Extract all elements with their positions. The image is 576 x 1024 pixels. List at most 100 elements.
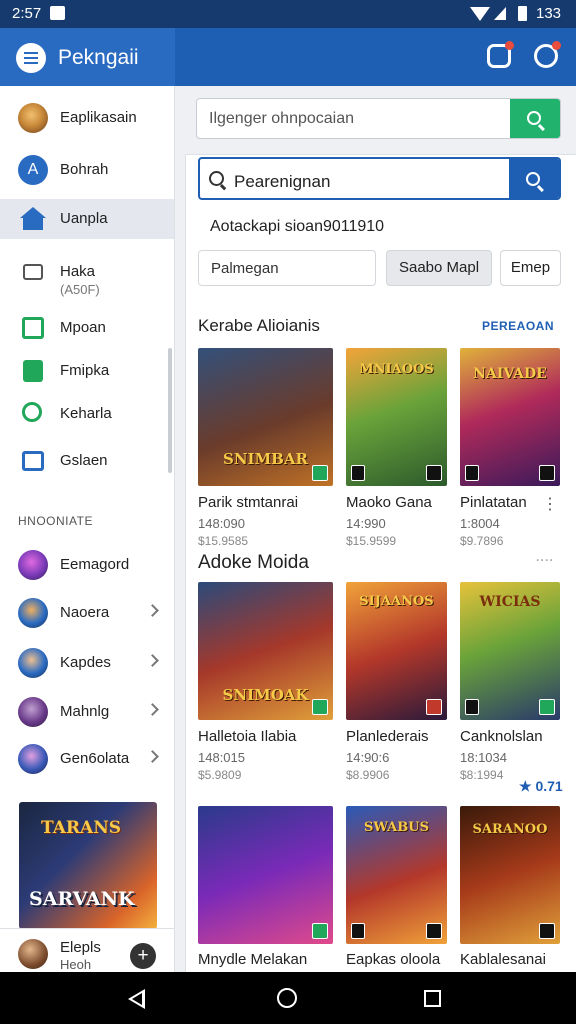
game-downloads: 1:8004 (460, 516, 500, 531)
add-icon[interactable]: + (130, 943, 156, 969)
sidebar-game-naoera[interactable]: Naoera (0, 593, 174, 633)
rating-badge-icon (312, 923, 328, 939)
thumbnail-caption: NAIVADE (473, 366, 547, 382)
sidebar-item-eaplikasain[interactable]: Eaplikasain (0, 98, 174, 138)
game-thumbnail: SWABUS (346, 806, 447, 944)
app-bar-brand: Pekngaii (0, 28, 175, 86)
game-thumbnail: MNIAOOS (346, 348, 447, 486)
sidebar-game-mahnlg[interactable]: Mahnlg (0, 692, 174, 732)
sidebar-item-bohrah[interactable]: A Bohrah (0, 150, 174, 190)
search-placeholder: Pearenignan (234, 172, 331, 191)
filter-input-label: Palmegan (211, 260, 279, 277)
bookmark-icon (23, 360, 43, 382)
sidebar-game-kapdes[interactable]: Kapdes (0, 643, 174, 683)
game-price: $8.9906 (346, 768, 390, 782)
recent-apps-icon[interactable] (424, 990, 441, 1007)
section-label: HNOONIATE (18, 514, 93, 528)
game-thumbnail: NAIVADE (460, 348, 560, 486)
rating-value: ★ 0.71 (519, 778, 563, 795)
battery-level: 133 (536, 5, 562, 22)
battery-icon (518, 6, 527, 21)
sidebar-item-label: Gen6olata (60, 750, 130, 767)
game-title: Pinlatatan (460, 494, 527, 511)
game-thumbnail: WICIAS (460, 582, 560, 720)
search-button[interactable] (509, 159, 559, 198)
sidebar-item-label: Eaplikasain (60, 109, 137, 126)
thumbnail-caption: SIJAANOS (359, 594, 434, 609)
promo-subtitle: SARVANK (29, 888, 135, 910)
back-icon[interactable] (128, 989, 145, 1009)
home-button-icon[interactable] (277, 988, 297, 1008)
game-downloads: 148:015 (198, 750, 245, 765)
signal-icon (494, 7, 506, 20)
search-icon (209, 171, 224, 186)
sidebar-scrollbar[interactable] (168, 348, 172, 473)
sidebar-game-gen6olata[interactable]: Gen6olata (0, 739, 174, 779)
game-price: $15.9599 (346, 534, 397, 548)
star-icon: ★ (519, 778, 536, 794)
menu-icon[interactable] (16, 43, 46, 73)
rating-badge-icon (465, 699, 479, 715)
notification-dot (505, 41, 514, 50)
sidebar-item-label: Keharla (60, 405, 112, 422)
game-thumbnail: SARANOO (460, 806, 560, 944)
age-badge-icon (539, 699, 555, 715)
search-icon (527, 111, 541, 125)
section-title: Kerabe Alioianis (198, 316, 320, 335)
image-notification-icon (50, 6, 65, 20)
promo-title: TARANS (41, 818, 122, 838)
game-thumbnail: SNIMBAR (198, 348, 333, 486)
sidebar-item-uanpla[interactable]: Uanpla (0, 199, 174, 239)
rating-badge-icon (426, 699, 442, 715)
sidebar-item-label: Naoera (60, 604, 110, 621)
chevron-right-icon (146, 604, 159, 617)
top-search-button[interactable] (510, 99, 560, 138)
sidebar-item-haka[interactable]: Haka (A50F) (0, 252, 174, 300)
rating-badge-icon (465, 465, 479, 481)
section-more-icon[interactable]: ···· (536, 553, 554, 567)
sidebar-game-eemagord[interactable]: Eemagord (0, 545, 174, 585)
more-options-icon[interactable]: ⋮ (542, 494, 558, 514)
sidebar-item-gslaen[interactable]: Gslaen (0, 441, 174, 481)
game-title: Canknolslan (460, 728, 543, 745)
age-badge-icon (539, 923, 555, 939)
sidebar-item-label: Kapdes (60, 654, 111, 671)
sidebar-item-label: Eemagord (60, 556, 130, 573)
check-box-icon (22, 317, 44, 339)
thumbnail-caption: WICIAS (479, 594, 541, 610)
filter-chip[interactable]: Emep (500, 250, 561, 286)
search-input[interactable]: Pearenignan (198, 157, 561, 200)
rating-badge-icon (351, 923, 365, 939)
sidebar-item-fmipka[interactable]: Fmipka (0, 351, 174, 391)
game-avatar-icon (18, 744, 48, 774)
sidebar-item-label: Fmipka (60, 362, 110, 379)
thumbnail-caption: SWABUS (364, 820, 429, 835)
game-downloads: 14:90:6 (346, 750, 390, 765)
top-search-bar[interactable]: Ilgenger ohnpocaian (196, 98, 561, 139)
game-price: $9.7896 (460, 534, 504, 548)
game-thumbnail (198, 806, 333, 944)
sidebar-item-sublabel: (A50F) (60, 282, 100, 297)
system-nav-bar (0, 972, 576, 1024)
settings-icon[interactable] (534, 41, 561, 68)
status-time: 2:57 (12, 5, 42, 22)
game-price: $8:1994 (460, 768, 504, 782)
wifi-icon (470, 7, 490, 21)
section-see-all-link[interactable]: PEREAOAN (482, 319, 554, 333)
promo-banner[interactable]: TARANS SARVANK (19, 802, 157, 929)
filter-input[interactable]: Palmegan (198, 250, 376, 286)
game-thumbnail: SIJAANOS (346, 582, 447, 720)
sidebar-item-keharla[interactable]: Keharla (0, 394, 174, 434)
search-icon (22, 402, 42, 422)
avatar[interactable] (18, 939, 48, 969)
sidebar-item-mpoan[interactable]: Mpoan (0, 308, 174, 348)
app-store-icon: A (18, 155, 48, 185)
game-thumbnail: SNIMOAK (198, 582, 333, 720)
extensions-icon[interactable] (487, 41, 514, 68)
filter-chip[interactable]: Saabo Mapl (386, 250, 492, 286)
sidebar-item-label: Uanpla (60, 210, 108, 227)
game-avatar-icon (18, 598, 48, 628)
game-price: $15.9585 (198, 534, 249, 548)
account-name: Elepls (60, 939, 101, 956)
notification-dot (552, 41, 561, 50)
